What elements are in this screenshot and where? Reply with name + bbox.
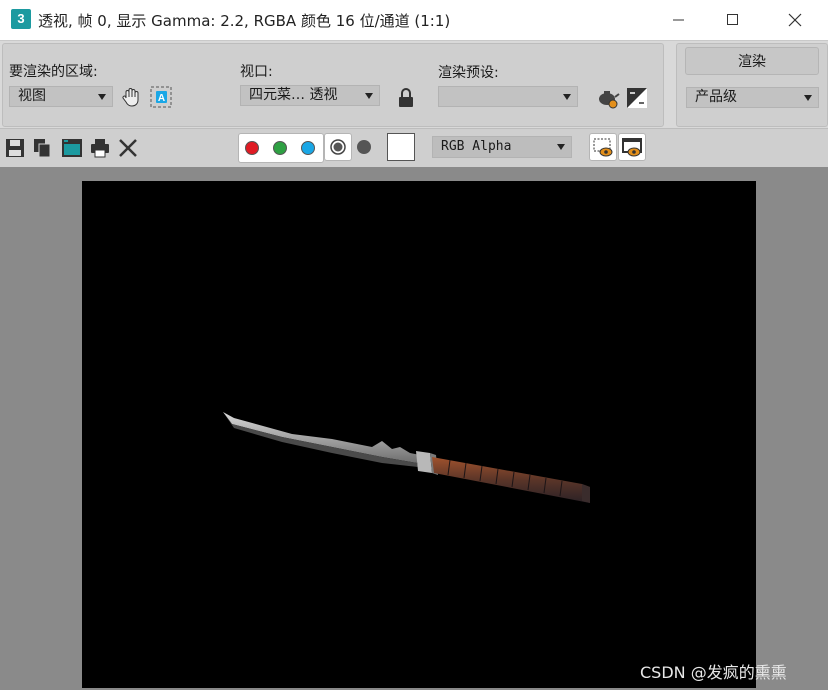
minimize-icon	[673, 19, 684, 21]
maximize-button[interactable]	[710, 0, 756, 40]
viewport-dropdown[interactable]: 四元菜… 透视	[240, 85, 380, 106]
copy-image-button[interactable]	[31, 137, 53, 159]
printer-icon	[91, 139, 109, 158]
render-area-value: 视图	[18, 88, 46, 104]
blue-channel-toggle[interactable]	[301, 141, 315, 155]
render-button[interactable]: 渲染	[685, 47, 819, 75]
exposure-icon	[627, 88, 647, 108]
clear-image-button[interactable]	[117, 137, 139, 159]
pan-region-button[interactable]	[120, 85, 144, 109]
hand-icon	[122, 88, 139, 107]
teapot-gear-icon	[599, 91, 620, 109]
chevron-down-icon	[98, 94, 106, 100]
monochrome-toggle[interactable]	[357, 140, 371, 154]
close-icon	[788, 13, 802, 27]
close-window-button[interactable]	[772, 0, 818, 40]
display-region-button[interactable]	[589, 133, 617, 161]
print-image-button[interactable]	[89, 137, 111, 159]
region-eye-icon	[593, 138, 613, 157]
green-channel-toggle[interactable]	[273, 141, 287, 155]
chevron-down-icon	[365, 93, 373, 99]
viewport-label: 视口:	[240, 64, 273, 80]
lock-icon	[399, 88, 413, 107]
render-preset-dropdown[interactable]	[438, 86, 578, 107]
window-eye-icon	[622, 138, 642, 157]
svg-text:A: A	[158, 93, 165, 104]
save-image-button[interactable]	[4, 137, 26, 159]
render-preset-label: 渲染预设:	[438, 65, 499, 81]
auto-region-button[interactable]: A	[149, 85, 173, 109]
lock-viewport-button[interactable]	[394, 86, 418, 110]
render-quality-dropdown[interactable]: 产品级	[686, 87, 819, 108]
channel-display-dropdown[interactable]: RGB Alpha	[432, 136, 572, 158]
rendered-image	[82, 181, 756, 688]
save-icon	[6, 139, 24, 157]
chevron-down-icon	[804, 95, 812, 101]
toggle-ui-button[interactable]	[618, 133, 646, 161]
channel-toggle-group	[238, 133, 324, 163]
viewport-value: 四元菜… 透视	[249, 87, 338, 103]
red-channel-toggle[interactable]	[245, 141, 259, 155]
auto-select-icon: A	[150, 86, 172, 108]
environment-exposure-button[interactable]	[625, 86, 649, 110]
app-icon: 3	[11, 9, 31, 29]
alpha-channel-icon	[330, 139, 346, 155]
minimize-button[interactable]	[656, 0, 702, 40]
channel-display-value: RGB Alpha	[441, 139, 512, 154]
clone-window-button[interactable]	[61, 137, 83, 159]
background-color-swatch[interactable]	[387, 133, 415, 161]
render-setup-button[interactable]	[596, 86, 620, 110]
title-bar: 3 透视, 帧 0, 显示 Gamma: 2.2, RGBA 颜色 16 位/通…	[0, 0, 828, 40]
close-icon	[119, 139, 137, 157]
window-title: 透视, 帧 0, 显示 Gamma: 2.2, RGBA 颜色 16 位/通道 …	[38, 12, 451, 30]
sword-render-image	[223, 412, 590, 503]
render-area-dropdown[interactable]: 视图	[9, 86, 113, 107]
watermark-text: CSDN @发疯的熏熏	[640, 663, 787, 682]
chevron-down-icon	[563, 94, 571, 100]
copy-icon	[34, 139, 51, 158]
alpha-channel-toggle[interactable]	[324, 133, 352, 161]
chevron-down-icon	[557, 144, 565, 150]
render-quality-value: 产品级	[695, 89, 737, 105]
clone-window-icon	[62, 139, 82, 157]
render-area-label: 要渲染的区域:	[9, 64, 98, 80]
maximize-icon	[727, 14, 738, 25]
